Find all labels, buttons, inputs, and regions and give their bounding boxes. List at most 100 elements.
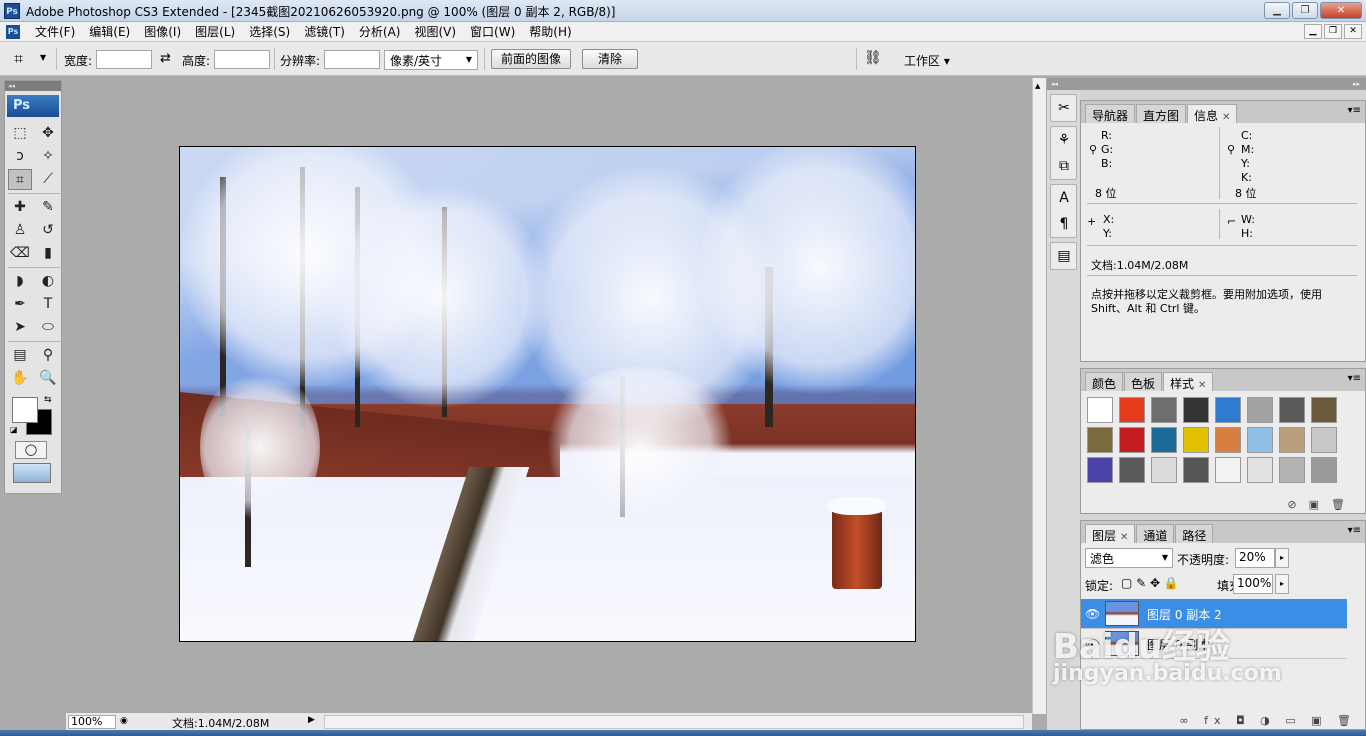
healing-brush-tool[interactable]: ✚ [8,197,32,218]
style-swatch[interactable] [1311,397,1337,423]
magic-wand-tool[interactable]: ✧ [36,146,60,167]
scroll-up-icon[interactable]: ▲ [1035,82,1044,92]
snow-scene-image[interactable] [179,146,916,642]
pen-tool[interactable]: ✒ [8,294,32,315]
menu-file[interactable]: 文件(F) [28,24,82,40]
front-image-button[interactable]: 前面的图像 [491,49,571,69]
menu-select[interactable]: 选择(S) [242,24,297,40]
horizontal-scrollbar[interactable] [324,715,1024,729]
paragraph-icon[interactable]: ¶ [1051,211,1077,237]
style-swatch[interactable] [1247,457,1273,483]
brush-tool[interactable]: ✎ [36,197,60,218]
menu-edit[interactable]: 编辑(E) [82,24,137,40]
menu-window[interactable]: 窗口(W) [463,24,522,40]
opacity-slider-toggle[interactable]: ▸ [1275,548,1289,568]
tab-channels[interactable]: 通道 [1136,524,1175,543]
quick-mask-icon[interactable]: ◯ [15,441,47,459]
eraser-tool[interactable]: ⌫ [8,243,32,264]
close-button[interactable]: ✕ [1320,2,1362,19]
go-to-bridge-icon[interactable]: ⛓ [864,50,886,68]
style-swatch[interactable] [1151,397,1177,423]
restore-button[interactable]: ❐ [1292,2,1318,19]
default-colors-icon[interactable]: ◪ [10,425,18,434]
style-swatch[interactable] [1311,457,1337,483]
style-swatch[interactable] [1215,397,1241,423]
style-swatch[interactable] [1311,427,1337,453]
opacity-input[interactable]: 20% [1235,548,1275,568]
clone-source-icon[interactable]: ⧉ [1051,153,1077,179]
panel-menu-icon[interactable]: ▾≡ [1348,373,1361,384]
character-icon[interactable]: A [1051,185,1077,211]
tab-info[interactable]: 信息 ✕ [1187,104,1238,123]
lasso-tool[interactable]: ↄ [8,146,32,167]
toolbox-grip[interactable]: ◂◂ [5,81,61,91]
tab-paths[interactable]: 路径 [1175,524,1214,543]
chevron-down-icon[interactable]: ▼ [40,53,46,62]
style-swatch[interactable] [1215,427,1241,453]
menu-analysis[interactable]: 分析(A) [352,24,408,40]
marquee-tool[interactable]: ⬚ [8,123,32,144]
document-icon[interactable]: Ps [6,25,20,39]
style-swatch[interactable] [1151,457,1177,483]
blur-tool[interactable]: ◗ [8,271,32,292]
status-menu-arrow-icon[interactable]: ▶ [308,715,315,725]
gradient-tool[interactable]: ▮ [36,243,60,264]
doc-minimize-button[interactable]: ▁ [1304,24,1322,39]
style-swatch[interactable] [1087,457,1113,483]
slice-tool[interactable]: ⟋ [36,169,60,190]
style-swatch[interactable] [1087,427,1113,453]
workspace-menu[interactable]: 工作区 ▾ [904,52,950,69]
tab-layers[interactable]: 图层 ✕ [1085,524,1136,543]
dodge-tool[interactable]: ◐ [36,271,60,292]
style-swatch[interactable] [1183,457,1209,483]
style-swatch[interactable] [1183,397,1209,423]
height-input[interactable] [214,50,270,69]
doc-restore-button[interactable]: ❐ [1324,24,1342,39]
menu-layer[interactable]: 图层(L) [188,24,242,40]
resolution-unit-select[interactable]: 像素/英寸 ▼ [384,50,478,70]
photoshop-logo[interactable]: Ps [7,95,59,117]
style-swatch[interactable] [1215,457,1241,483]
minimize-button[interactable]: ▁ [1264,2,1290,19]
doc-close-button[interactable]: ✕ [1344,24,1362,39]
panel-menu-icon[interactable]: ▾≡ [1348,105,1361,116]
vertical-scrollbar[interactable]: ▲ [1032,78,1046,714]
tab-histogram[interactable]: 直方图 [1136,104,1187,123]
fill-input[interactable]: 100% [1233,574,1273,594]
hand-tool[interactable]: ✋ [8,368,32,389]
style-swatch[interactable] [1151,427,1177,453]
panels-grip[interactable]: ▸▸ [1080,78,1366,90]
status-info-icon[interactable]: ◉ [120,716,128,726]
menu-filter[interactable]: 滤镜(T) [297,24,352,40]
style-swatch[interactable] [1119,457,1145,483]
style-swatch[interactable] [1279,427,1305,453]
swap-colors-icon[interactable]: ⇆ [44,395,52,405]
type-tool[interactable]: T [36,294,60,315]
style-swatch[interactable] [1119,427,1145,453]
style-swatch[interactable] [1247,427,1273,453]
layer-comps-icon[interactable]: ▤ [1051,243,1077,269]
eyedropper-tool[interactable]: ⚲ [36,345,60,366]
lock-icons[interactable]: ▢ ✎ ✥ 🔒 [1121,576,1179,590]
tab-swatches[interactable]: 色板 [1124,372,1163,391]
clear-button[interactable]: 清除 [582,49,638,69]
dock-grip[interactable]: ◂◂ [1047,78,1080,90]
zoom-tool[interactable]: 🔍 [36,368,60,389]
screen-mode-icon[interactable] [13,463,51,483]
fill-slider-toggle[interactable]: ▸ [1275,574,1289,594]
panel-menu-icon[interactable]: ▾≡ [1348,525,1361,536]
zoom-level-field[interactable]: 100% [68,715,116,729]
blend-mode-select[interactable]: 滤色 ▼ [1085,548,1173,568]
foreground-color[interactable] [12,397,38,423]
close-icon[interactable]: ✕ [1222,112,1230,123]
width-input[interactable] [96,50,152,69]
menu-view[interactable]: 视图(V) [407,24,463,40]
swap-dimensions-icon[interactable]: ⇄ [160,51,171,66]
path-selection-tool[interactable]: ➤ [8,317,32,338]
layers-footer-icons[interactable]: ∞ fx ◘ ◑ ▭ ▣ 🗑 [1179,714,1357,727]
tool-presets-icon[interactable]: ✂ [1051,95,1077,121]
style-swatch[interactable] [1183,427,1209,453]
close-icon[interactable]: ✕ [1198,380,1206,391]
history-brush-tool[interactable]: ↺ [36,220,60,241]
tab-color[interactable]: 颜色 [1085,372,1124,391]
